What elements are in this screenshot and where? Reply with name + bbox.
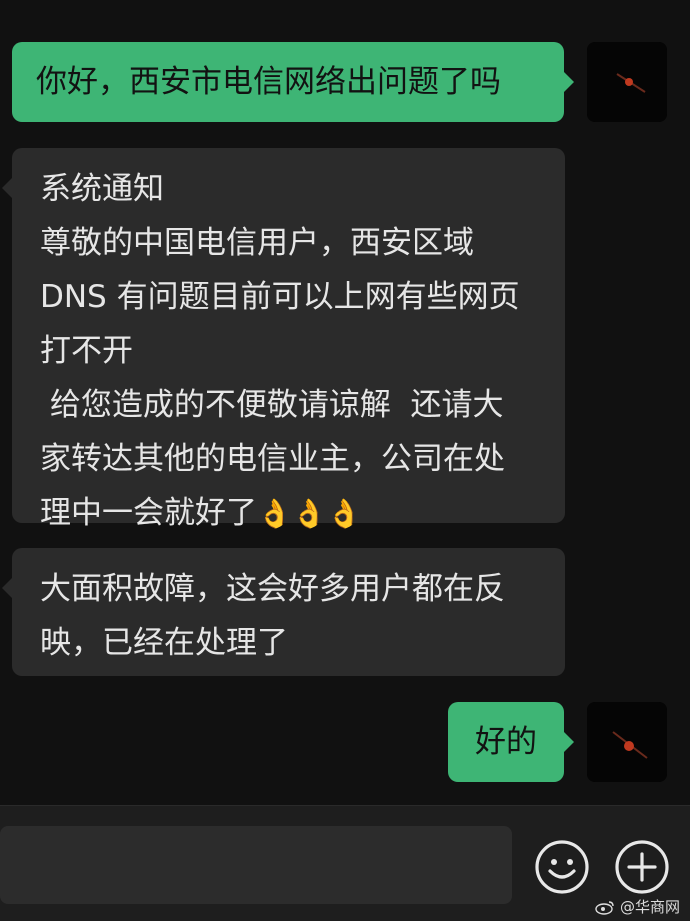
smiley-icon bbox=[535, 840, 589, 894]
message-text-line: 尊敬的中国电信用户，西安区域 bbox=[40, 225, 474, 261]
watermark-text: @华商网 bbox=[619, 898, 680, 916]
message-text: 好的 bbox=[475, 724, 537, 760]
self-avatar[interactable] bbox=[587, 702, 667, 782]
message-text-line: 家转达其他的电信业主，公司在处 bbox=[40, 441, 505, 477]
input-bar: @华商网 bbox=[0, 805, 690, 921]
self-avatar[interactable] bbox=[587, 42, 667, 122]
ok-hand-emoji: 👌👌👌 bbox=[257, 497, 362, 530]
incoming-message-bubble[interactable]: 大面积故障，这会好多用户都在反 映，已经在处理了 bbox=[2, 548, 565, 676]
message-text-line: 映，已经在处理了 bbox=[40, 625, 288, 661]
incoming-message-bubble[interactable]: 系统通知 尊敬的中国电信用户，西安区域 DNS 有问题目前可以上网有些网页 打不… bbox=[2, 148, 565, 531]
avatar-image bbox=[587, 42, 667, 122]
outgoing-message-bubble[interactable]: 你好，西安市电信网络出问题了吗 bbox=[12, 42, 574, 122]
message-text-line: DNS 有问题目前可以上网有些网页 bbox=[40, 279, 520, 315]
message-text-line: 给您造成的不便敬请谅解 还请大 bbox=[40, 387, 504, 423]
message-text: 你好，西安市电信网络出问题了吗 bbox=[36, 64, 501, 100]
message-text-line: 系统通知 bbox=[40, 171, 164, 207]
watermark: @华商网 bbox=[594, 896, 680, 917]
message-text-line: 理中一会就好了👌👌👌 bbox=[40, 495, 362, 531]
avatar-image bbox=[587, 702, 667, 782]
chat-area[interactable]: 你好，西安市电信网络出问题了吗 系统通知 尊敬的中国电信用户，西安区域 DNS … bbox=[0, 0, 690, 805]
outgoing-message-bubble[interactable]: 好的 bbox=[448, 702, 574, 782]
emoji-button[interactable] bbox=[534, 839, 590, 895]
plus-icon bbox=[615, 840, 669, 894]
message-text-line: 打不开 bbox=[40, 333, 133, 369]
more-button[interactable] bbox=[614, 839, 670, 895]
message-text-line: 大面积故障，这会好多用户都在反 bbox=[40, 571, 505, 607]
message-input[interactable] bbox=[0, 826, 512, 904]
weibo-logo-icon bbox=[595, 900, 614, 915]
